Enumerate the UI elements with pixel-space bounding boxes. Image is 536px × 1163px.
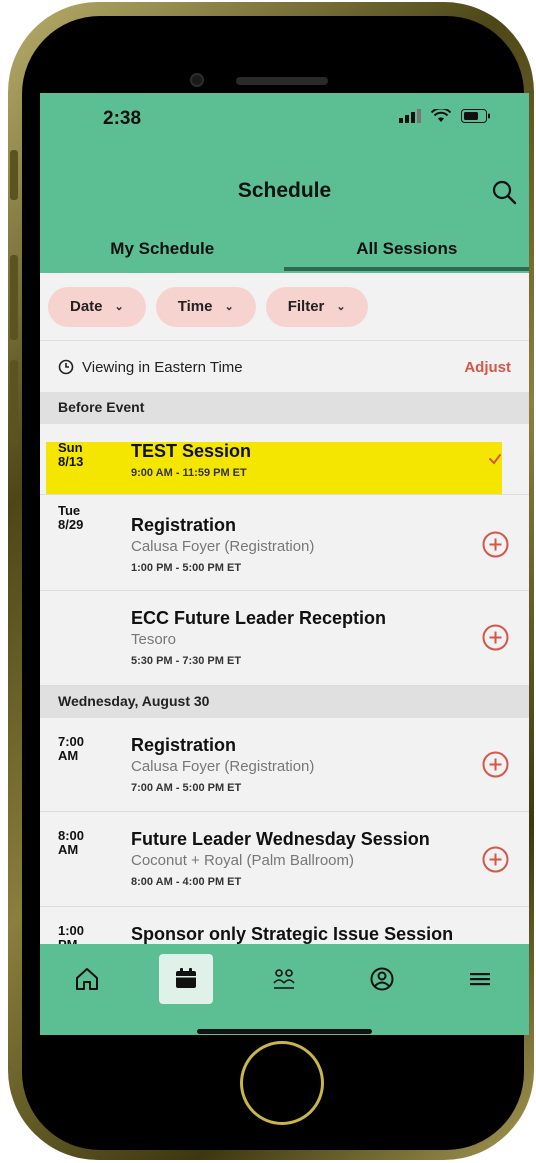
nav-home[interactable] <box>60 954 114 1004</box>
section-header: Wednesday, August 30 <box>40 686 529 718</box>
session-location: Calusa Foyer (Registration) <box>131 758 315 775</box>
volume-up-button <box>10 255 18 340</box>
session-title: Registration <box>131 735 237 755</box>
clock-icon <box>58 359 74 375</box>
session-location: Tesoro <box>131 631 177 648</box>
status-bar: 2:38 <box>40 93 529 153</box>
front-camera <box>190 73 204 87</box>
filter-chip[interactable]: Filter ⌄ <box>265 286 368 327</box>
session-row[interactable]: Sun 8/13 TEST Session 9:00 AM - 11:59 PM … <box>40 433 529 495</box>
add-session-icon[interactable] <box>482 846 509 873</box>
nav-profile[interactable] <box>355 954 409 1004</box>
session-row[interactable]: Tue 8/29 Registration Calusa Foyer (Regis… <box>40 496 529 591</box>
earpiece-speaker <box>236 77 328 85</box>
bottom-nav <box>40 944 529 1035</box>
nav-schedule[interactable] <box>159 954 213 1004</box>
status-time: 2:38 <box>103 108 142 129</box>
page-title: Schedule <box>237 179 332 202</box>
chip-label: Filter <box>287 298 325 315</box>
app-screen: 2:38 Schedule My Schedule All Sessions D… <box>40 93 529 1035</box>
session-time: 5:30 PM - 7:30 PM ET <box>131 655 242 667</box>
section-header: Before Event <box>40 392 529 424</box>
date-filter-chip[interactable]: Date ⌄ <box>48 286 146 327</box>
filter-bar: Date ⌄ Time ⌄ Filter ⌄ <box>40 273 529 341</box>
session-title: Sponsor only Strategic Issue Session <box>131 924 454 944</box>
menu-icon <box>470 973 490 986</box>
timezone-row: Viewing in Eastern Time Adjust <box>40 342 529 392</box>
add-session-icon[interactable] <box>482 624 509 651</box>
tab-my-schedule[interactable]: My Schedule <box>40 235 285 273</box>
volume-down-button <box>10 360 18 445</box>
timezone-text: Viewing in Eastern Time <box>82 358 243 376</box>
profile-icon <box>370 967 394 991</box>
added-check-icon[interactable] <box>485 449 505 469</box>
session-date: Sun 8/13 <box>58 440 84 469</box>
wifi-icon <box>431 109 451 122</box>
session-title: ECC Future Leader Reception <box>131 608 387 628</box>
session-title: Future Leader Wednesday Session <box>131 829 430 849</box>
adjust-timezone-button[interactable]: Adjust <box>464 359 511 376</box>
session-row[interactable]: 8:00 AM Future Leader Wednesday Session C… <box>40 812 529 907</box>
search-icon[interactable] <box>491 179 517 205</box>
session-location: Coconut + Royal (Palm Ballroom) <box>131 852 355 869</box>
session-date: 7:00 AM <box>58 734 85 763</box>
status-icons <box>399 109 491 123</box>
session-title: TEST Session <box>131 441 252 461</box>
time-filter-chip[interactable]: Time ⌄ <box>155 286 256 327</box>
session-date: Tue 8/29 <box>58 503 84 532</box>
battery-icon <box>461 109 490 123</box>
session-location: Calusa Foyer (Registration) <box>131 538 315 555</box>
session-time: 1:00 PM - 5:00 PM ET <box>131 562 242 574</box>
calendar-icon <box>176 968 196 988</box>
home-icon <box>76 968 98 990</box>
home-indicator <box>197 1029 372 1034</box>
nav-menu[interactable] <box>453 954 507 1004</box>
chevron-down-icon: ⌄ <box>224 301 234 313</box>
session-title: Registration <box>131 515 237 535</box>
session-time: 9:00 AM - 11:59 PM ET <box>131 467 247 479</box>
chip-label: Time <box>177 298 213 315</box>
chevron-down-icon: ⌄ <box>336 301 346 313</box>
app-header: Schedule My Schedule All Sessions <box>40 153 529 273</box>
mute-switch <box>10 150 18 200</box>
session-row[interactable]: 7:00 AM Registration Calusa Foyer (Regist… <box>40 718 529 812</box>
session-row[interactable]: ECC Future Leader Reception Tesoro 5:30 … <box>40 591 529 686</box>
nav-attendees[interactable] <box>257 954 311 1004</box>
chip-label: Date <box>70 298 103 315</box>
session-time: 7:00 AM - 5:00 PM ET <box>131 782 242 794</box>
add-session-icon[interactable] <box>482 751 509 778</box>
signal-icon <box>399 109 421 123</box>
people-icon <box>273 969 295 989</box>
add-session-icon[interactable] <box>482 531 509 558</box>
session-date: 8:00 AM <box>58 828 85 857</box>
home-button[interactable] <box>240 1041 324 1125</box>
active-tab-indicator <box>284 267 529 271</box>
chevron-down-icon: ⌄ <box>114 301 124 313</box>
session-time: 8:00 AM - 4:00 PM ET <box>131 876 242 888</box>
